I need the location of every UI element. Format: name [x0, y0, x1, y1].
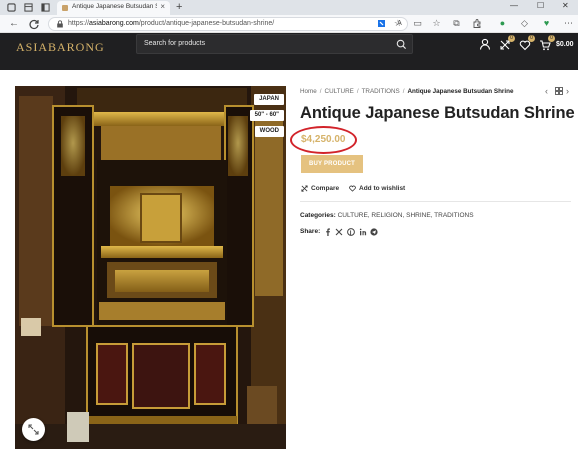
close-tab-icon[interactable]: × — [160, 2, 165, 11]
breadcrumb-current: Antique Japanese Butsudan Shrine — [407, 88, 514, 95]
settings-menu-icon[interactable]: ⋯ — [563, 18, 574, 29]
compare-icon — [301, 185, 308, 192]
category-link[interactable]: CULTURE — [338, 212, 368, 219]
add-to-wishlist-link[interactable]: Add to wishlist — [349, 185, 405, 192]
product-title: Antique Japanese Butsudan Shrine — [300, 104, 575, 122]
account-icon[interactable] — [479, 38, 491, 50]
refresh-icon[interactable] — [28, 18, 40, 30]
new-tab-button[interactable]: + — [176, 0, 182, 14]
wishlist-heart-icon — [349, 185, 356, 192]
share-label: Share: — [300, 228, 321, 235]
grid-view-icon[interactable] — [555, 87, 563, 95]
maximize-icon[interactable]: ☐ — [537, 1, 544, 10]
category-link[interactable]: SHRINE — [406, 212, 431, 219]
compare-count-badge: 0 — [508, 35, 515, 42]
breadcrumb-home[interactable]: Home — [300, 88, 317, 95]
section-divider — [300, 201, 571, 202]
url-text: https://asiabarong.com/product/antique-j… — [68, 20, 275, 27]
tag-material[interactable]: WOOD — [254, 126, 284, 137]
favorites-icon[interactable]: ☆ — [431, 18, 442, 29]
zoom-button[interactable] — [22, 418, 45, 441]
cart-total[interactable]: $0.00 — [556, 41, 574, 48]
performance-icon[interactable]: ♥ — [541, 18, 552, 29]
browser-toolbar: ← https://asiabarong.com/product/antique… — [0, 15, 578, 33]
red-circle-annotation — [290, 126, 357, 154]
linkedin-icon[interactable] — [359, 228, 367, 236]
product-search[interactable]: Search for products — [136, 34, 413, 54]
butsudan-shrine-photo — [15, 86, 286, 449]
workspaces-icon[interactable] — [24, 3, 33, 12]
collections-icon[interactable]: ⧉ — [451, 18, 462, 29]
search-icon[interactable] — [396, 39, 407, 50]
breadcrumb-traditions[interactable]: TRADITIONS — [362, 88, 400, 95]
wishlist-header-button[interactable]: 0 — [519, 35, 535, 51]
product-categories: Categories: CULTURE, RELIGION, SHRINE, T… — [300, 212, 474, 219]
compare-label: Compare — [311, 185, 340, 193]
search-input[interactable]: Search for products — [144, 40, 205, 47]
breadcrumb: Home / CULTURE / TRADITIONS / Antique Japanese… — [300, 88, 514, 95]
tag-size[interactable]: 50" - 60" — [249, 110, 284, 121]
cart-count-badge: 0 — [548, 35, 555, 42]
wishlist-count-badge: 0 — [528, 35, 535, 42]
back-icon[interactable]: ← — [8, 18, 20, 30]
active-tab[interactable]: Antique Japanese Butsudan Shrine × — [57, 1, 170, 15]
wishlist-label: Add to wishlist — [359, 185, 406, 193]
categories-label: Categories: — [300, 212, 336, 219]
category-link[interactable]: TRADITIONS — [434, 212, 473, 219]
lock-icon[interactable] — [56, 20, 64, 28]
telegram-icon[interactable] — [370, 228, 378, 236]
browser-tab-bar: Antique Japanese Butsudan Shrine × + — ☐… — [0, 0, 578, 15]
breadcrumb-separator: / — [402, 88, 405, 95]
breadcrumb-separator: / — [319, 88, 322, 95]
close-window-icon[interactable]: ✕ — [562, 1, 569, 10]
product-image[interactable]: JAPAN 50" - 60" WOOD — [15, 86, 286, 449]
breadcrumb-culture[interactable]: CULTURE — [325, 88, 354, 95]
browser-extension-puzzle-icon[interactable] — [472, 18, 483, 29]
site-favicon-icon — [62, 5, 68, 11]
category-link[interactable]: RELIGION — [371, 212, 402, 219]
tab-title: Antique Japanese Butsudan Shrine — [72, 3, 157, 10]
site-logo[interactable]: ASIABARONG — [16, 40, 105, 55]
profile-sync-icon[interactable]: ● — [497, 18, 508, 29]
copilot-icon[interactable]: ◇ — [519, 18, 530, 29]
minimize-icon[interactable]: — — [510, 1, 518, 10]
tag-origin[interactable]: JAPAN — [254, 94, 284, 105]
tab-actions-icon[interactable] — [41, 3, 50, 12]
compare-header-button[interactable]: 0 — [499, 35, 515, 50]
breadcrumb-separator: / — [356, 88, 359, 95]
extension-icon[interactable] — [376, 18, 387, 29]
compare-link[interactable]: Compare — [301, 185, 339, 192]
read-aloud-icon[interactable]: A — [394, 18, 405, 29]
next-product-icon[interactable]: › — [566, 86, 569, 96]
site-header: ASIABARONG Search for products 0 0 0 $0.… — [0, 33, 578, 70]
facebook-icon[interactable] — [324, 228, 332, 236]
profile-icon[interactable] — [7, 3, 16, 12]
expand-icon — [28, 424, 39, 435]
x-icon[interactable] — [335, 228, 343, 236]
pinterest-icon[interactable] — [347, 228, 355, 236]
buy-product-button[interactable]: BUY PRODUCT — [301, 155, 363, 173]
address-bar[interactable]: https://asiabarong.com/product/antique-j… — [48, 17, 408, 31]
cart-header-button[interactable]: 0 — [539, 35, 555, 51]
prev-product-icon[interactable]: ‹ — [545, 86, 548, 96]
split-screen-icon[interactable]: ▭ — [412, 18, 423, 29]
